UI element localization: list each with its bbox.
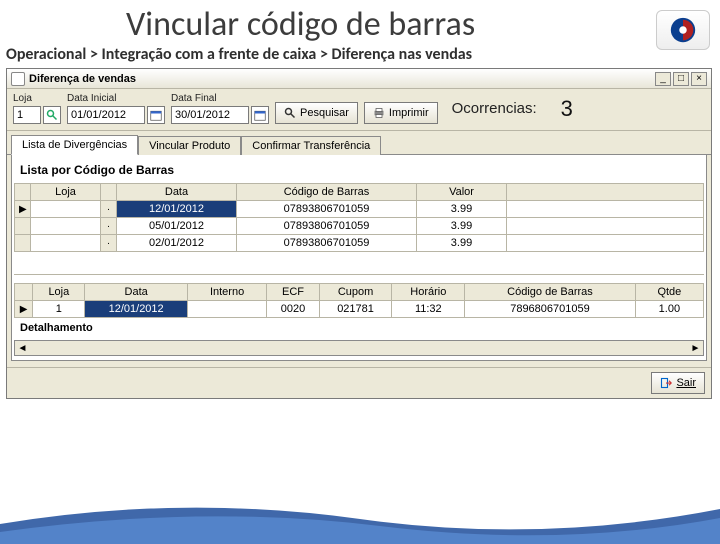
- tab-body: Lista por Código de Barras Loja Data Cód…: [11, 155, 707, 361]
- search-icon: [284, 107, 296, 119]
- sair-button[interactable]: Sair: [651, 372, 705, 394]
- minimize-button[interactable]: _: [655, 72, 671, 86]
- slide-title: Vincular código de barras: [126, 4, 720, 45]
- pesquisar-button[interactable]: Pesquisar: [275, 102, 358, 124]
- cell-interno: [187, 301, 267, 318]
- brand-logo: [656, 10, 710, 50]
- col2-interno[interactable]: Interno: [187, 284, 267, 301]
- scroll-right-icon[interactable]: ►: [688, 343, 703, 354]
- window-icon: [11, 72, 25, 86]
- exit-icon: [660, 377, 672, 389]
- col-loja[interactable]: Loja: [31, 184, 101, 201]
- grid1-header-row: Loja Data Código de Barras Valor: [15, 184, 704, 201]
- cell-ecf: 0020: [267, 301, 319, 318]
- expand-icon[interactable]: ·: [101, 218, 117, 235]
- grid2-row[interactable]: ▶ 1 12/01/2012 0020 021781 11:32 7896806…: [15, 301, 704, 318]
- row-cursor-icon: [15, 235, 31, 252]
- col2-data[interactable]: Data: [85, 284, 187, 301]
- cell-loja: [31, 235, 101, 252]
- loja-label: Loja: [13, 93, 61, 104]
- col2-ecf[interactable]: ECF: [267, 284, 319, 301]
- horizontal-scrollbar[interactable]: ◄ ►: [14, 340, 704, 356]
- col2-horario[interactable]: Horário: [392, 284, 465, 301]
- grid2-header-row: Loja Data Interno ECF Cupom Horário Códi…: [15, 284, 704, 301]
- cell-data: 05/01/2012: [117, 218, 237, 235]
- col2-codigo[interactable]: Código de Barras: [465, 284, 636, 301]
- decorative-wave: [0, 484, 720, 544]
- cell-codigo: 07893806701059: [237, 201, 417, 218]
- grid2: Loja Data Interno ECF Cupom Horário Códi…: [14, 283, 704, 318]
- tab-vincular-produto[interactable]: Vincular Produto: [138, 136, 241, 155]
- row-cursor-icon: [15, 218, 31, 235]
- cell-codigo: 07893806701059: [237, 218, 417, 235]
- cell-data: 12/01/2012: [85, 301, 187, 318]
- grid1: Loja Data Código de Barras Valor ▶ ·12/01…: [14, 183, 704, 275]
- grid1-heading: Lista por Código de Barras: [14, 159, 704, 183]
- data-final-field-group: Data Final: [171, 93, 269, 124]
- loja-field-group: Loja: [13, 93, 61, 124]
- cell-horario: 11:32: [392, 301, 465, 318]
- cell-loja: [31, 201, 101, 218]
- cell-data: 02/01/2012: [117, 235, 237, 252]
- cell-valor: 3.99: [417, 201, 507, 218]
- data-inicial-label: Data Inicial: [67, 93, 165, 104]
- app-window: Diferença de vendas _ □ × Loja Data Inic…: [6, 68, 712, 399]
- cell-codigo: 7896806701059: [465, 301, 636, 318]
- cell-cupom: 021781: [319, 301, 392, 318]
- pesquisar-label: Pesquisar: [300, 107, 349, 119]
- col2-loja[interactable]: Loja: [33, 284, 85, 301]
- close-button[interactable]: ×: [691, 72, 707, 86]
- expand-icon[interactable]: ·: [101, 235, 117, 252]
- tab-confirmar-transferencia[interactable]: Confirmar Transferência: [241, 136, 381, 155]
- scroll-left-icon[interactable]: ◄: [15, 343, 30, 354]
- cell-data: 12/01/2012: [117, 201, 237, 218]
- loja-input[interactable]: [13, 106, 41, 124]
- maximize-button[interactable]: □: [673, 72, 689, 86]
- data-inicial-field-group: Data Inicial: [67, 93, 165, 124]
- cell-loja: 1: [33, 301, 85, 318]
- data-final-input[interactable]: [171, 106, 249, 124]
- imprimir-label: Imprimir: [389, 107, 429, 119]
- tab-divergencias[interactable]: Lista de Divergências: [11, 135, 138, 155]
- window-footer: Sair: [7, 367, 711, 398]
- ocorrencias-label: Ocorrencias:: [452, 100, 537, 117]
- expand-icon[interactable]: ·: [101, 201, 117, 218]
- data-final-label: Data Final: [171, 93, 269, 104]
- grid1-row[interactable]: ·02/01/2012078938067010593.99: [15, 235, 704, 252]
- col-valor[interactable]: Valor: [417, 184, 507, 201]
- cell-valor: 3.99: [417, 235, 507, 252]
- cell-loja: [31, 218, 101, 235]
- sair-label: Sair: [676, 377, 696, 389]
- data-inicial-input[interactable]: [67, 106, 145, 124]
- col2-qtde[interactable]: Qtde: [635, 284, 703, 301]
- printer-icon: [373, 107, 385, 119]
- breadcrumb: Operacional > Integração com a frente de…: [6, 45, 720, 64]
- col-data[interactable]: Data: [117, 184, 237, 201]
- cell-codigo: 07893806701059: [237, 235, 417, 252]
- loja-lookup-icon[interactable]: [43, 106, 61, 124]
- grid1-row[interactable]: ·05/01/2012078938067010593.99: [15, 218, 704, 235]
- tab-bar: Lista de Divergências Vincular Produto C…: [7, 133, 711, 155]
- toolbar: Loja Data Inicial Data Final: [7, 89, 711, 131]
- calendar-icon[interactable]: [147, 106, 165, 124]
- imprimir-button[interactable]: Imprimir: [364, 102, 438, 124]
- cell-qtde: 1.00: [635, 301, 703, 318]
- grid1-row[interactable]: ▶ ·12/01/2012078938067010593.99: [15, 201, 704, 218]
- cell-valor: 3.99: [417, 218, 507, 235]
- row-cursor-icon: ▶: [15, 201, 31, 218]
- calendar-icon[interactable]: [251, 106, 269, 124]
- row-cursor-icon: ▶: [15, 301, 33, 318]
- titlebar: Diferença de vendas _ □ ×: [7, 69, 711, 89]
- window-title: Diferença de vendas: [29, 73, 651, 85]
- col2-cupom[interactable]: Cupom: [319, 284, 392, 301]
- col-codigo[interactable]: Código de Barras: [237, 184, 417, 201]
- ocorrencias-value: 3: [561, 96, 573, 122]
- detalhamento-label: Detalhamento: [14, 318, 704, 338]
